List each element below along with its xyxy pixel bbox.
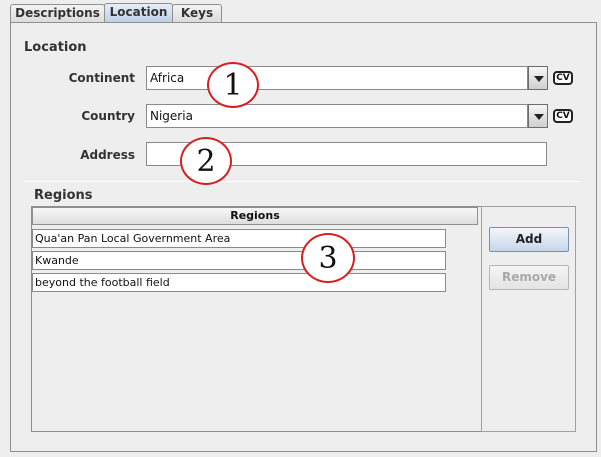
regions-section-title: Regions: [34, 188, 93, 203]
callout-2: 2: [180, 137, 232, 185]
divider: [24, 181, 579, 182]
table-row[interactable]: Kwande: [32, 251, 446, 270]
remove-button[interactable]: Remove: [489, 265, 569, 290]
table-row[interactable]: beyond the football field: [32, 273, 446, 292]
country-label: Country: [81, 109, 135, 123]
table-row[interactable]: Qua'an Pan Local Government Area: [32, 229, 446, 248]
cv-badge-icon[interactable]: CV: [553, 71, 573, 85]
address-label: Address: [80, 148, 135, 162]
add-button[interactable]: Add: [489, 227, 569, 252]
chevron-down-icon[interactable]: [528, 66, 548, 90]
callout-3: 3: [301, 233, 355, 283]
continent-label: Continent: [68, 71, 135, 85]
chevron-down-icon[interactable]: [528, 104, 548, 128]
regions-column-header[interactable]: Regions: [32, 207, 478, 225]
tab-keys[interactable]: Keys: [172, 4, 222, 22]
location-section-title: Location: [24, 40, 87, 55]
country-combo[interactable]: Nigeria: [146, 104, 528, 128]
tab-location[interactable]: Location: [104, 3, 173, 22]
cv-badge-icon[interactable]: CV: [553, 109, 573, 123]
tab-descriptions[interactable]: Descriptions: [10, 4, 105, 22]
continent-combo[interactable]: Africa: [146, 66, 528, 90]
callout-1: 1: [207, 62, 259, 108]
